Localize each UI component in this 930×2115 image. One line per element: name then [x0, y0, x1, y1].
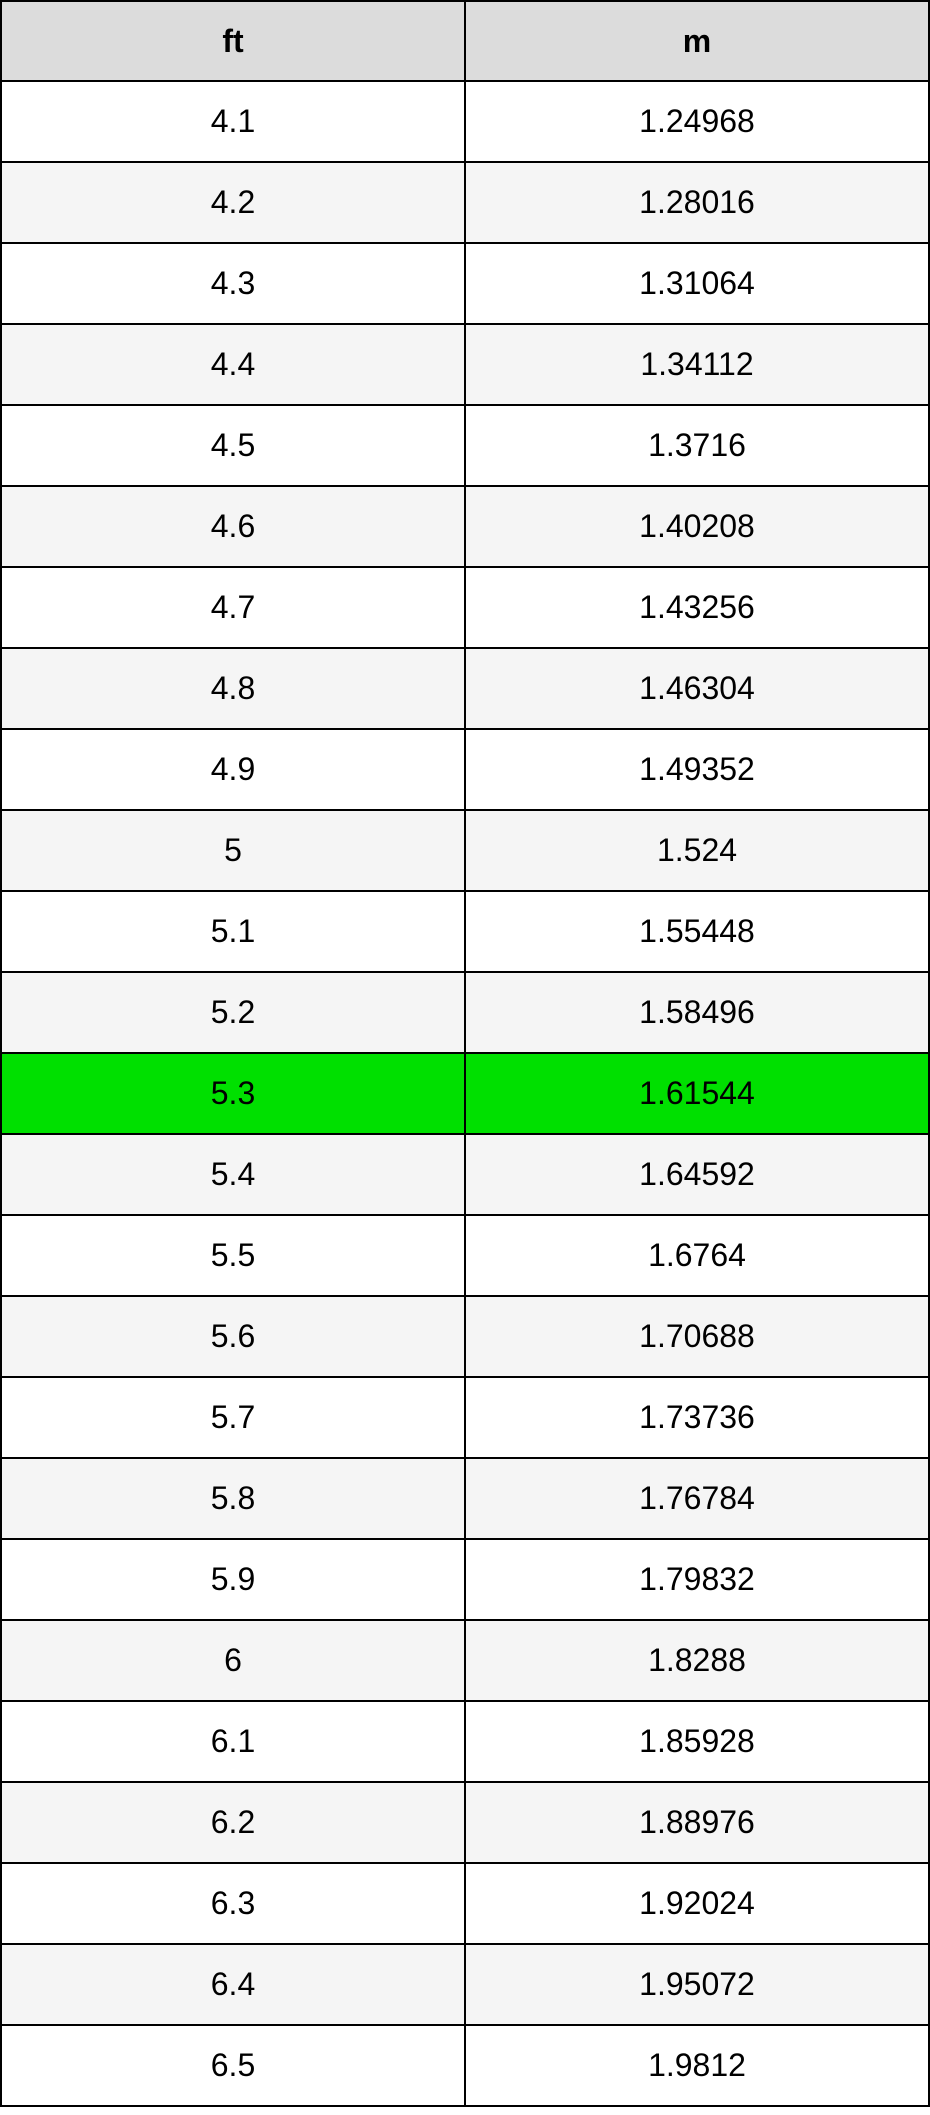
cell-m: 1.40208 [465, 486, 929, 567]
table-row: 4.91.49352 [1, 729, 929, 810]
table-row: 61.8288 [1, 1620, 929, 1701]
table-row: 4.81.46304 [1, 648, 929, 729]
table-row: 4.51.3716 [1, 405, 929, 486]
cell-ft: 4.4 [1, 324, 465, 405]
cell-m: 1.79832 [465, 1539, 929, 1620]
cell-ft: 4.6 [1, 486, 465, 567]
cell-ft: 6 [1, 1620, 465, 1701]
cell-m: 1.24968 [465, 81, 929, 162]
cell-m: 1.34112 [465, 324, 929, 405]
cell-ft: 5 [1, 810, 465, 891]
cell-ft: 5.6 [1, 1296, 465, 1377]
cell-m: 1.28016 [465, 162, 929, 243]
cell-m: 1.88976 [465, 1782, 929, 1863]
cell-ft: 5.1 [1, 891, 465, 972]
table-row: 5.11.55448 [1, 891, 929, 972]
cell-m: 1.9812 [465, 2025, 929, 2106]
cell-ft: 5.8 [1, 1458, 465, 1539]
cell-ft: 4.2 [1, 162, 465, 243]
table-row: 5.21.58496 [1, 972, 929, 1053]
cell-m: 1.76784 [465, 1458, 929, 1539]
table-row: 6.11.85928 [1, 1701, 929, 1782]
cell-m: 1.95072 [465, 1944, 929, 2025]
cell-ft: 5.2 [1, 972, 465, 1053]
cell-ft: 4.8 [1, 648, 465, 729]
cell-m: 1.6764 [465, 1215, 929, 1296]
cell-m: 1.58496 [465, 972, 929, 1053]
cell-m: 1.49352 [465, 729, 929, 810]
cell-ft: 5.5 [1, 1215, 465, 1296]
cell-ft: 6.1 [1, 1701, 465, 1782]
cell-m: 1.70688 [465, 1296, 929, 1377]
cell-ft: 4.7 [1, 567, 465, 648]
cell-m: 1.64592 [465, 1134, 929, 1215]
table-row: 4.11.24968 [1, 81, 929, 162]
cell-ft: 4.3 [1, 243, 465, 324]
cell-ft: 4.9 [1, 729, 465, 810]
cell-ft: 5.9 [1, 1539, 465, 1620]
table-row: 5.61.70688 [1, 1296, 929, 1377]
cell-m: 1.85928 [465, 1701, 929, 1782]
cell-ft: 5.4 [1, 1134, 465, 1215]
table-row: 6.51.9812 [1, 2025, 929, 2106]
table-row: 51.524 [1, 810, 929, 891]
cell-ft: 4.1 [1, 81, 465, 162]
column-header-m: m [465, 1, 929, 81]
cell-ft: 5.7 [1, 1377, 465, 1458]
cell-m: 1.55448 [465, 891, 929, 972]
table-row: 5.41.64592 [1, 1134, 929, 1215]
table-row: 4.61.40208 [1, 486, 929, 567]
cell-m: 1.8288 [465, 1620, 929, 1701]
cell-ft: 6.3 [1, 1863, 465, 1944]
table-row: 6.31.92024 [1, 1863, 929, 1944]
cell-ft: 6.2 [1, 1782, 465, 1863]
cell-ft: 6.4 [1, 1944, 465, 2025]
cell-m: 1.46304 [465, 648, 929, 729]
table-row: 6.21.88976 [1, 1782, 929, 1863]
table-row: 4.71.43256 [1, 567, 929, 648]
cell-m: 1.73736 [465, 1377, 929, 1458]
table-row: 5.31.61544 [1, 1053, 929, 1134]
cell-m: 1.92024 [465, 1863, 929, 1944]
cell-m: 1.3716 [465, 405, 929, 486]
table-row: 4.41.34112 [1, 324, 929, 405]
table-row: 6.41.95072 [1, 1944, 929, 2025]
table-row: 5.91.79832 [1, 1539, 929, 1620]
column-header-ft: ft [1, 1, 465, 81]
cell-ft: 5.3 [1, 1053, 465, 1134]
cell-m: 1.524 [465, 810, 929, 891]
table-row: 5.81.76784 [1, 1458, 929, 1539]
table-row: 4.21.28016 [1, 162, 929, 243]
cell-ft: 6.5 [1, 2025, 465, 2106]
cell-ft: 4.5 [1, 405, 465, 486]
table-row: 5.71.73736 [1, 1377, 929, 1458]
table-row: 4.31.31064 [1, 243, 929, 324]
conversion-table: ft m 4.11.249684.21.280164.31.310644.41.… [0, 0, 930, 2107]
table-header-row: ft m [1, 1, 929, 81]
cell-m: 1.61544 [465, 1053, 929, 1134]
cell-m: 1.31064 [465, 243, 929, 324]
table-row: 5.51.6764 [1, 1215, 929, 1296]
table-body: 4.11.249684.21.280164.31.310644.41.34112… [1, 81, 929, 2106]
cell-m: 1.43256 [465, 567, 929, 648]
